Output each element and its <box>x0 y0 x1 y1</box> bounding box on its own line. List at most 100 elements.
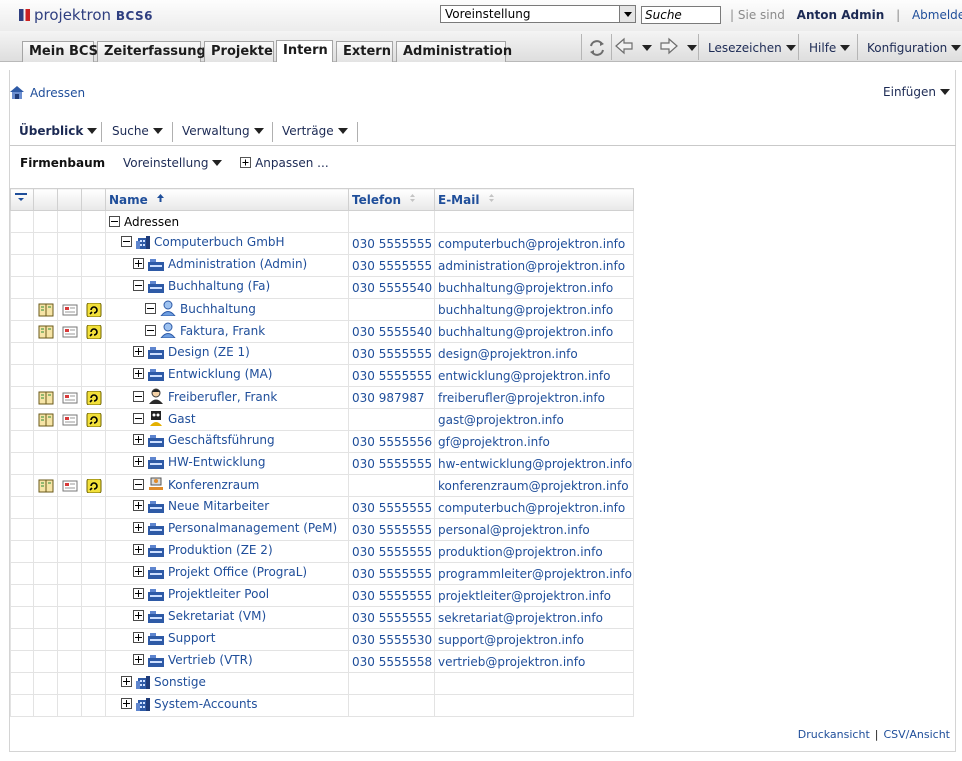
email-cell[interactable]: freiberufler@projektron.info <box>434 386 634 409</box>
table-row[interactable]: Produktion (ZE 2) 030 5555555 produktion@p… <box>10 540 634 563</box>
expand-plus-icon[interactable] <box>133 588 144 599</box>
action-button-icon[interactable] <box>86 390 102 405</box>
table-row[interactable]: Support 030 5555530 support@projektron.inf… <box>10 628 634 651</box>
logout-link[interactable]: Abmelden <box>912 8 962 22</box>
node-label[interactable]: Entwicklung (MA) <box>168 367 273 381</box>
email-cell[interactable]: computerbuch@projektron.info <box>434 232 634 255</box>
collapse-minus-icon[interactable] <box>133 280 144 291</box>
node-label[interactable]: Administration (Admin) <box>168 257 307 271</box>
action-button-icon[interactable] <box>86 478 102 493</box>
expand-plus-icon[interactable] <box>133 566 144 577</box>
notes-book-icon[interactable] <box>38 413 54 427</box>
expand-plus-icon[interactable] <box>133 368 144 379</box>
tab-intern[interactable]: Intern <box>276 40 333 62</box>
column-header-email[interactable]: E-Mail <box>434 188 634 211</box>
node-label[interactable]: Buchhaltung <box>180 302 256 316</box>
email-cell[interactable]: gast@projektron.info <box>434 408 634 431</box>
card-icon[interactable] <box>62 391 78 405</box>
email-cell[interactable]: administration@projektron.info <box>434 254 634 277</box>
node-label[interactable]: Freiberufler, Frank <box>168 390 277 404</box>
table-row[interactable]: Entwicklung (MA) 030 5555555 entwicklung@p… <box>10 364 634 387</box>
table-row[interactable]: Vertrieb (VTR) 030 5555558 vertrieb@projek… <box>10 650 634 673</box>
tab-administration[interactable]: Administration <box>396 41 512 62</box>
expand-plus-icon[interactable] <box>133 610 144 621</box>
expand-plus-icon[interactable] <box>133 434 144 445</box>
config-menu[interactable]: Konfiguration <box>867 41 962 55</box>
notes-book-icon[interactable] <box>38 391 54 405</box>
table-row[interactable]: Buchhaltung (Fa) 030 5555540 buchhaltung@p… <box>10 276 634 299</box>
expand-plus-icon[interactable] <box>133 346 144 357</box>
chevron-down-icon[interactable] <box>687 45 697 51</box>
submenu-admin[interactable]: Verwaltung <box>182 124 264 138</box>
chevron-down-icon[interactable] <box>619 6 635 22</box>
email-cell[interactable] <box>434 694 634 717</box>
card-icon[interactable] <box>62 303 78 317</box>
table-row[interactable]: Design (ZE 1) 030 5555555 design@projektro… <box>10 342 634 365</box>
search-input[interactable] <box>641 6 721 24</box>
card-icon[interactable] <box>62 325 78 339</box>
action-button-icon[interactable] <box>86 324 102 339</box>
expand-plus-icon[interactable] <box>133 522 144 533</box>
expand-plus-icon[interactable] <box>133 632 144 643</box>
submenu-overview[interactable]: Überblick <box>19 124 98 138</box>
action-button-icon[interactable] <box>86 302 102 317</box>
refresh-icon[interactable] <box>586 35 608 61</box>
node-label[interactable]: Sekretariat (VM) <box>168 609 266 623</box>
email-cell[interactable]: sekretariat@projektron.info <box>434 606 634 629</box>
email-cell[interactable]: programmleiter@projektron.info <box>434 562 634 585</box>
notes-book-icon[interactable] <box>38 479 54 493</box>
expand-plus-icon[interactable] <box>133 544 144 555</box>
submenu-contracts[interactable]: Verträge <box>282 124 348 138</box>
collapse-minus-icon[interactable] <box>121 236 132 247</box>
email-cell[interactable]: personal@projektron.info <box>434 518 634 541</box>
table-row[interactable]: HW-Entwicklung 030 5555555 hw-entwicklung@… <box>10 452 634 475</box>
email-cell[interactable]: support@projektron.info <box>434 628 634 651</box>
node-label[interactable]: Geschäftsführung <box>168 433 275 447</box>
email-cell[interactable]: produktion@projektron.info <box>434 540 634 563</box>
table-row[interactable]: Sonstige <box>10 672 634 695</box>
card-icon[interactable] <box>62 413 78 427</box>
email-cell[interactable]: computerbuch@projektron.info <box>434 496 634 519</box>
table-row[interactable]: System-Accounts <box>10 694 634 717</box>
email-cell[interactable]: hw-entwicklung@projektron.info <box>434 452 634 475</box>
chevron-down-icon[interactable] <box>642 45 652 51</box>
insert-menu[interactable]: Einfügen <box>883 85 950 99</box>
table-row[interactable]: Konferenzraum konferenzraum@projektron.in… <box>10 474 634 497</box>
email-cell[interactable]: buchhaltung@projektron.info <box>434 320 634 343</box>
table-row[interactable]: Gast gast@projektron.info <box>10 408 634 431</box>
preset-select[interactable]: Voreinstellung <box>440 5 636 23</box>
customize-link[interactable]: Anpassen ... <box>240 156 329 170</box>
notes-book-icon[interactable] <box>38 303 54 317</box>
table-row[interactable]: Personalmanagement (PeM) 030 5555555 perso… <box>10 518 634 541</box>
email-cell[interactable]: buchhaltung@projektron.info <box>434 276 634 299</box>
expand-plus-icon[interactable] <box>121 676 132 687</box>
print-view-link[interactable]: Druckansicht <box>798 728 870 741</box>
email-cell[interactable]: projektleiter@projektron.info <box>434 584 634 607</box>
table-row[interactable]: Buchhaltung buchhaltung@projektron.info <box>10 298 634 321</box>
column-header-name[interactable]: Name <box>105 188 349 211</box>
table-row[interactable]: Freiberufler, Frank 030 987987 freiberufle… <box>10 386 634 409</box>
column-chooser[interactable] <box>10 188 34 211</box>
table-row[interactable]: Neue Mitarbeiter 030 5555555 computerbuch@… <box>10 496 634 519</box>
node-label[interactable]: Buchhaltung (Fa) <box>168 279 270 293</box>
table-row[interactable]: Projekt Office (PrograL) 030 5555555 progr… <box>10 562 634 585</box>
back-arrow-icon[interactable] <box>614 37 634 55</box>
node-label[interactable]: Computerbuch GmbH <box>154 235 285 249</box>
notes-book-icon[interactable] <box>38 325 54 339</box>
collapse-minus-icon[interactable] <box>145 303 156 314</box>
node-label[interactable]: Gast <box>168 412 196 426</box>
table-row[interactable]: Projektleiter Pool 030 5555555 projektleit… <box>10 584 634 607</box>
table-row[interactable]: Faktura, Frank 030 5555540 buchhaltung@pro… <box>10 320 634 343</box>
node-label[interactable]: Vertrieb (VTR) <box>168 653 253 667</box>
node-label[interactable]: Konferenzraum <box>168 478 259 492</box>
column-header-phone[interactable]: Telefon <box>348 188 435 211</box>
user-name[interactable]: Anton Admin <box>797 8 885 22</box>
node-label[interactable]: Produktion (ZE 2) <box>168 543 273 557</box>
bookmarks-menu[interactable]: Lesezeichen <box>708 41 796 55</box>
column-chooser-icon[interactable] <box>14 192 28 204</box>
email-cell[interactable]: konferenzraum@projektron.info <box>434 474 634 497</box>
node-label[interactable]: Support <box>168 631 215 645</box>
expand-plus-icon[interactable] <box>133 654 144 665</box>
node-label[interactable]: Personalmanagement (PeM) <box>168 521 337 535</box>
email-cell[interactable] <box>434 672 634 695</box>
